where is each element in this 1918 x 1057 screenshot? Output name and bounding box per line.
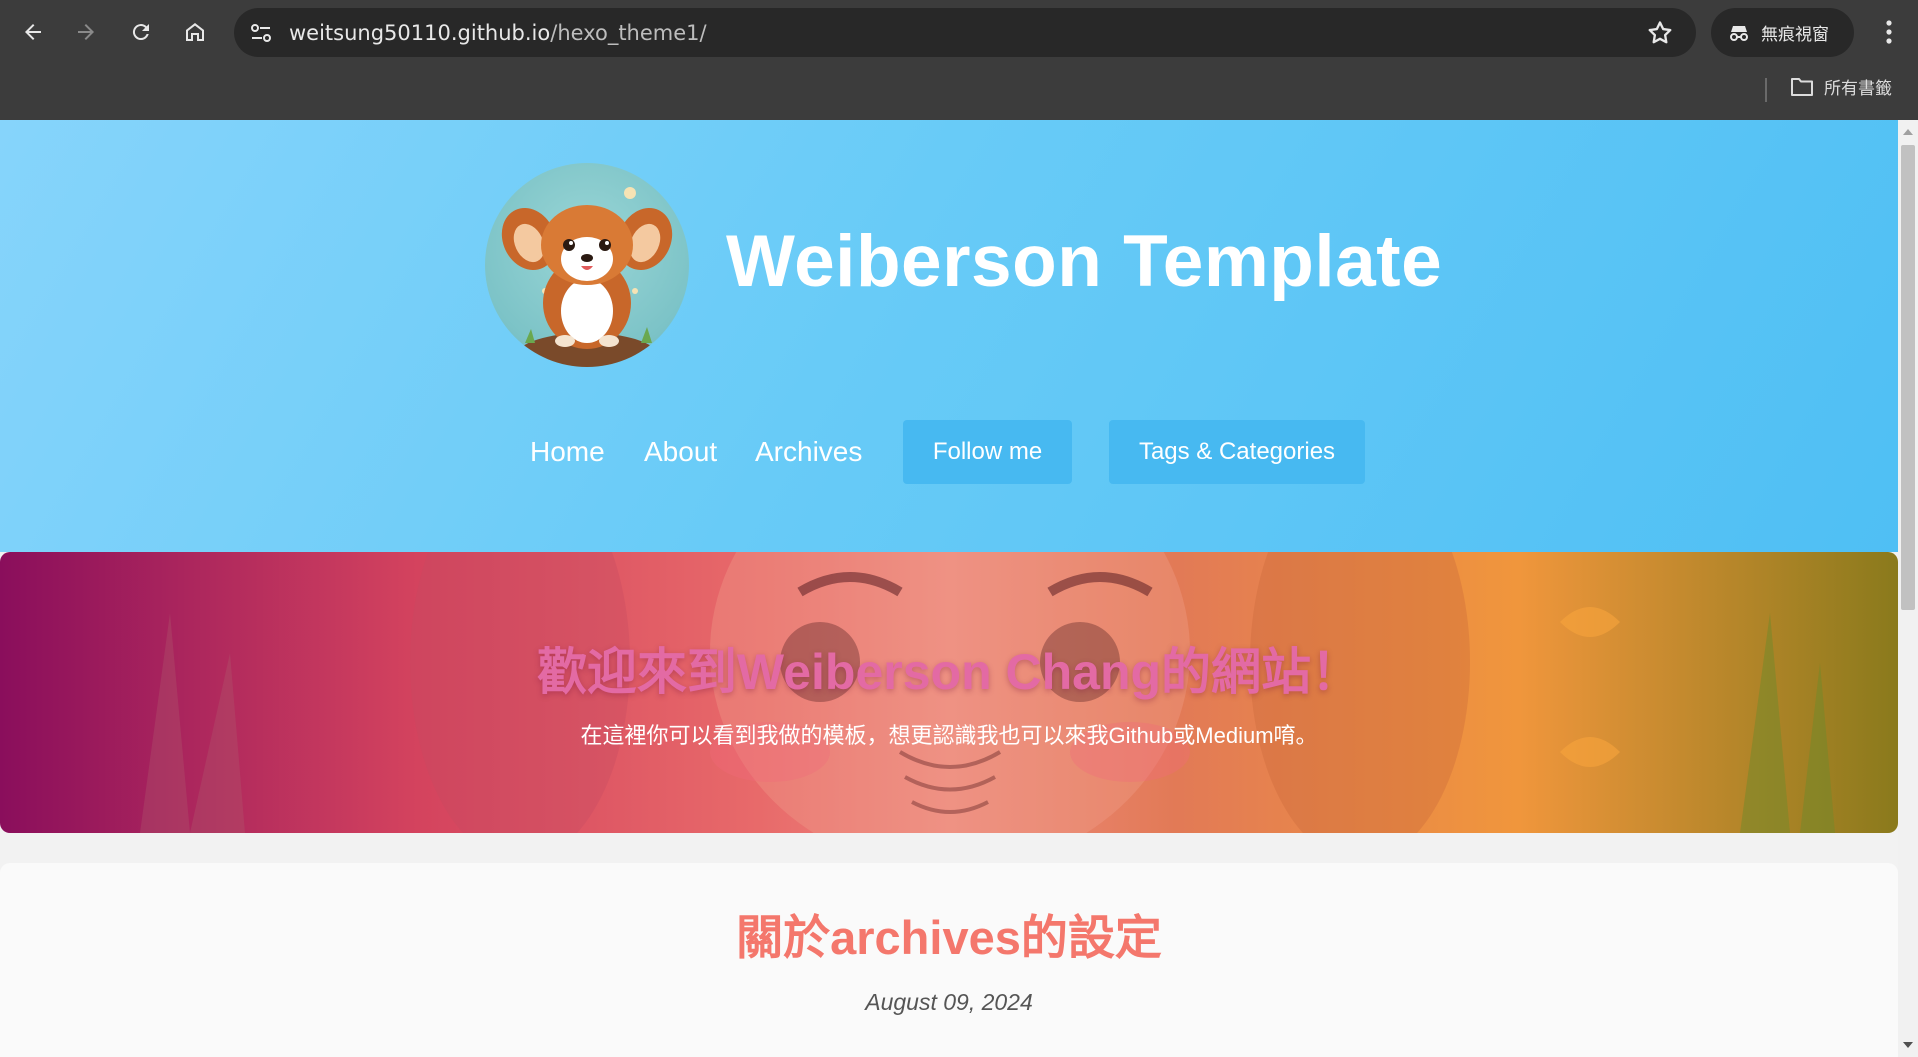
scroll-down-arrow-icon[interactable] (1898, 1037, 1918, 1053)
incognito-label: 無痕視窗 (1761, 25, 1829, 45)
site-header: Weiberson Template Home About Archives F… (0, 120, 1898, 552)
reload-icon (132, 24, 149, 41)
address-bar[interactable]: weitsung50110.github.io/hexo_theme1/ (234, 8, 1696, 57)
incognito-badge[interactable]: 無痕視窗 (1711, 8, 1854, 57)
back-button[interactable] (13, 12, 53, 52)
nav-about-link[interactable]: About (644, 436, 717, 468)
scrollbar-thumb[interactable] (1901, 145, 1915, 610)
forward-button[interactable] (66, 12, 106, 52)
folder-icon (1791, 77, 1813, 96)
forward-icon (78, 24, 94, 40)
page-scrollbar[interactable] (1898, 120, 1918, 1057)
bookmarks-divider (1765, 78, 1767, 102)
back-icon (25, 24, 41, 40)
post-title[interactable]: 關於archives的設定 (0, 899, 1898, 968)
post-card: 關於archives的設定 August 09, 2024 (0, 863, 1898, 1057)
puppy-avatar-image (501, 187, 673, 367)
tags-categories-button[interactable]: Tags & Categories (1109, 420, 1365, 484)
url-path: /hexo_theme1/ (550, 21, 707, 45)
nav-archives-link[interactable]: Archives (755, 436, 862, 468)
reload-button[interactable] (121, 12, 161, 52)
url-text[interactable]: weitsung50110.github.io/hexo_theme1/ (289, 21, 707, 45)
browser-chrome: weitsung50110.github.io/hexo_theme1/ 無痕視… (0, 0, 1918, 120)
banner-title: 歡迎來到Weiberson Chang的網站！ (536, 644, 1362, 700)
all-bookmarks-button[interactable]: 所有書籤 (1790, 74, 1892, 99)
banner-subtitle: 在這裡你可以看到我做的模板，想更認識我也可以來我Github或Medium唷。 (580, 723, 1318, 748)
all-bookmarks-label: 所有書籤 (1824, 79, 1892, 99)
hero-banner: 歡迎來到Weiberson Chang的網站！ 在這裡你可以看到我做的模板，想更… (0, 552, 1898, 833)
site-info-icon[interactable] (248, 20, 274, 46)
avatar (485, 163, 689, 367)
main-nav: Home About Archives Follow me Tags & Cat… (0, 420, 1898, 484)
browser-toolbar: weitsung50110.github.io/hexo_theme1/ 無痕視… (0, 0, 1918, 64)
nav-home-link[interactable]: Home (530, 436, 605, 468)
site-title[interactable]: Weiberson Template (726, 220, 1442, 303)
scroll-up-arrow-icon[interactable] (1898, 124, 1918, 140)
post-date: August 09, 2024 (865, 989, 1033, 1015)
home-button[interactable] (175, 12, 215, 52)
home-icon (186, 23, 204, 41)
bookmarks-bar: 所有書籤 (0, 64, 1918, 120)
star-icon[interactable] (1646, 19, 1674, 47)
more-menu-icon[interactable] (1874, 14, 1904, 50)
page-viewport: Weiberson Template Home About Archives F… (0, 120, 1898, 1057)
incognito-icon (1730, 25, 1748, 41)
follow-me-button[interactable]: Follow me (903, 420, 1072, 484)
url-host: weitsung50110.github.io (289, 21, 551, 45)
